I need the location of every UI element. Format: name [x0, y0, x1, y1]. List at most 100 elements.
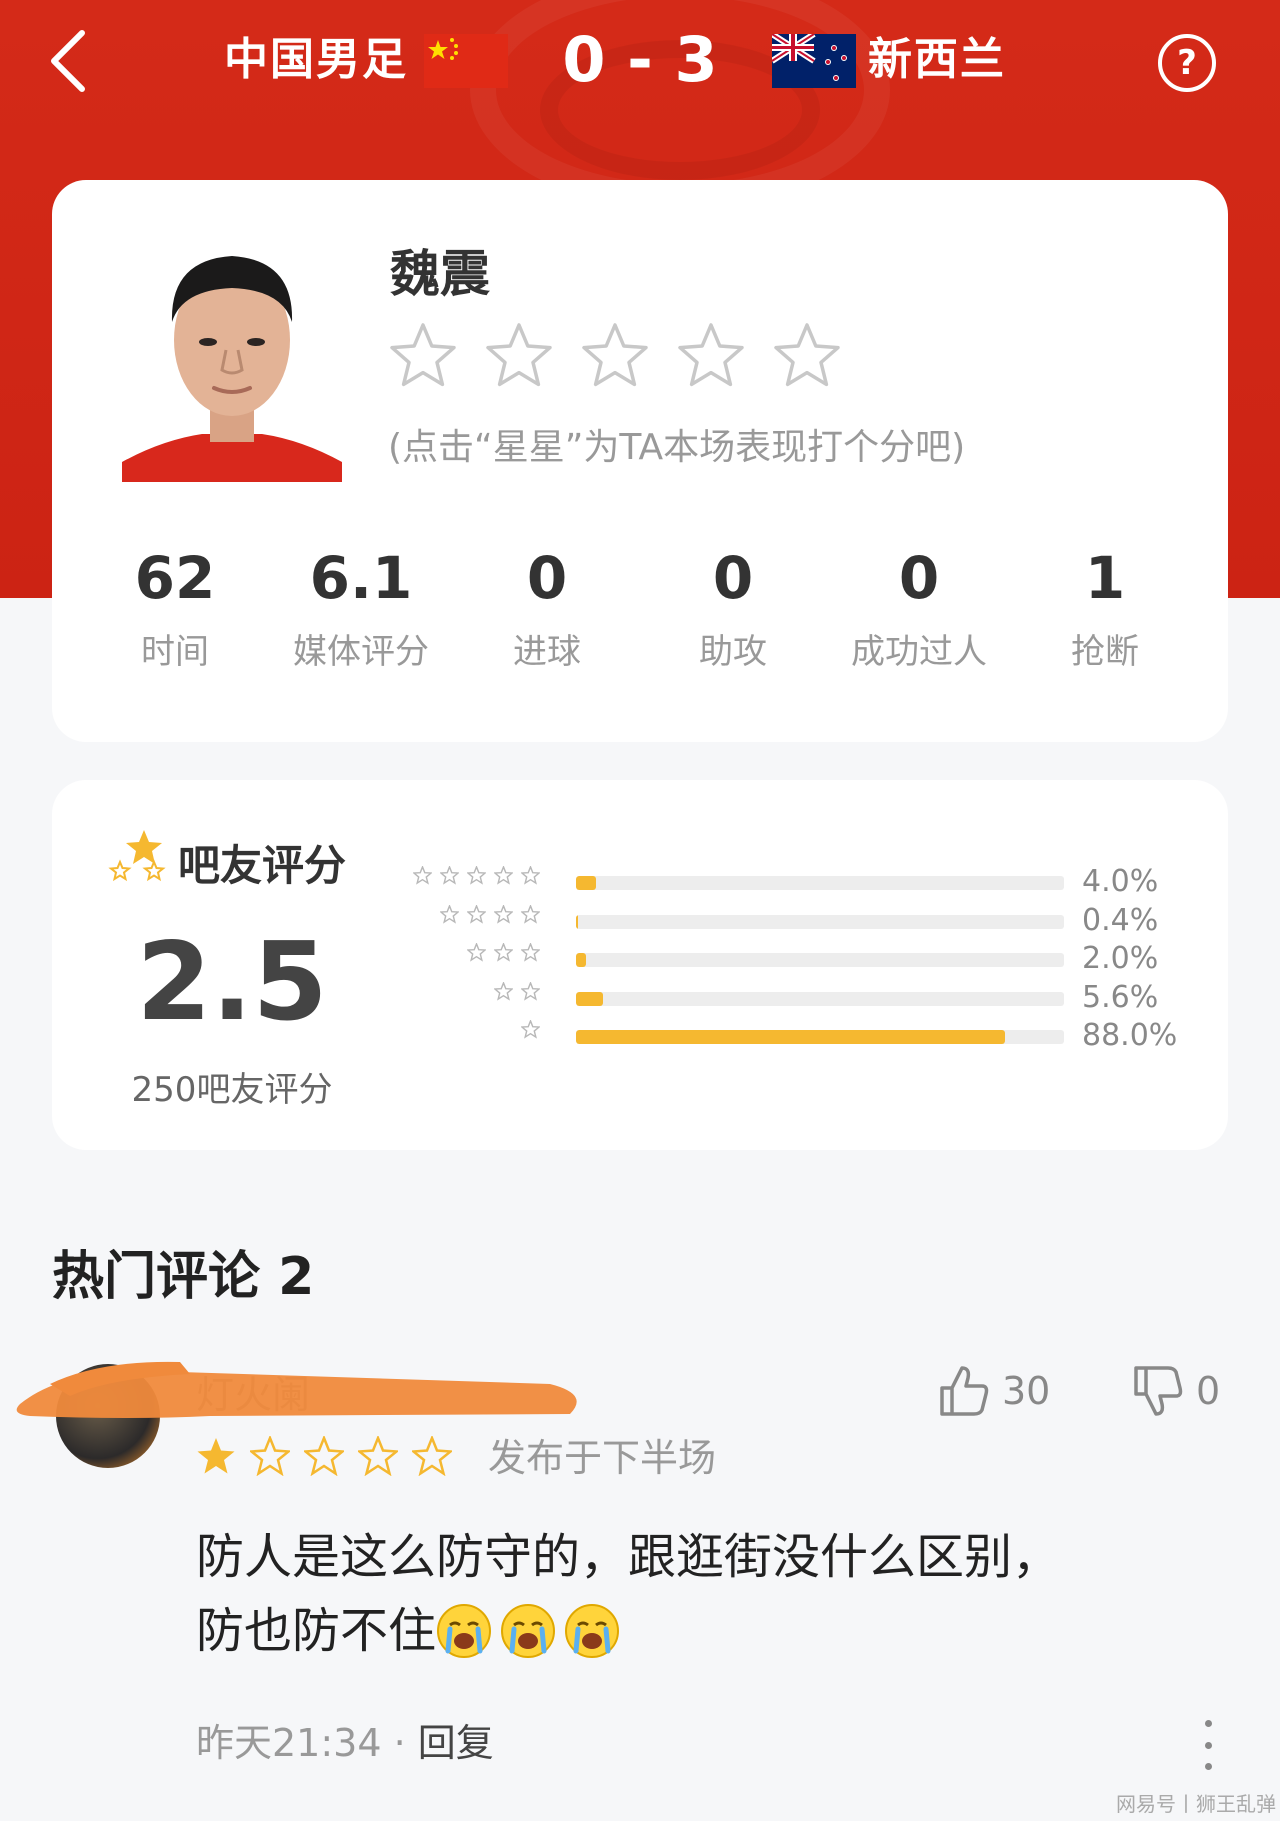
china-flag-icon [424, 34, 508, 88]
rating-distribution-row: 0.4% [52, 901, 1228, 941]
stat-value: 6.1 [309, 544, 413, 612]
star-icon[interactable] [484, 320, 554, 390]
star-outline-icon [467, 904, 486, 924]
reply-button[interactable]: 回复 [418, 1721, 494, 1765]
stat-media-rating: 6.1 媒体评分 [273, 540, 449, 673]
rating-bar-percent: 5.6% [1082, 979, 1159, 1015]
stat-value: 0 [526, 544, 568, 612]
fan-rating-count: 250吧友评分 [131, 1070, 333, 1110]
comment-posted-in: 发布于下半场 [488, 1436, 717, 1480]
thumbs-down-icon [1134, 1366, 1183, 1416]
stat-label: 抢断 [1071, 632, 1139, 672]
stat-value: 0 [898, 544, 940, 612]
source-watermark: 网易号丨狮王乱弹 [1116, 1792, 1276, 1816]
crying-emoji-icon [437, 1604, 492, 1658]
star-outline-icon [521, 981, 540, 1001]
like-count: 30 [1002, 1369, 1051, 1413]
comment-text-line: 防也防不住 [196, 1603, 437, 1659]
star-icon[interactable] [772, 320, 842, 390]
rating-bar-fill [576, 914, 578, 929]
star-outline-icon [521, 866, 540, 885]
star-outline-icon [413, 866, 432, 885]
star-outline-icon [494, 943, 513, 962]
stat-assists: 0 助攻 [645, 540, 821, 673]
fan-rating-card: 吧友评分 2.5 250吧友评分 4.0% 0.4% 2.0% 5.6% 88.0% [52, 780, 1228, 1150]
match-header: 中国男足 0 - 3 新西兰 ? [0, 0, 1280, 130]
player-rating-stars[interactable] [388, 320, 842, 390]
player-name: 魏震 [390, 245, 490, 303]
star-level [467, 943, 540, 962]
rating-bar-track [576, 953, 1064, 967]
comment-timestamp: 昨天21:34 [196, 1721, 382, 1765]
rating-bar-percent: 88.0% [1082, 1018, 1178, 1053]
stat-value: 0 [712, 544, 754, 612]
rating-distribution-row: 2.0% [52, 939, 1228, 979]
rating-distribution-row: 5.6% [52, 978, 1228, 1018]
star-outline-icon [467, 943, 486, 962]
star-outline-icon [440, 866, 459, 885]
stat-minutes: 62 时间 [87, 540, 263, 673]
rating-bar-fill [576, 991, 604, 1006]
comment-item: 灯火阑 发布于下半场 30 0 防人是这么防守的，跟逛街没什么区别， 防也防不住… [0, 1350, 1280, 1770]
stat-label: 成功过人 [851, 632, 987, 672]
like-button[interactable]: 30 [938, 1364, 1050, 1418]
rating-bar-fill [576, 876, 596, 890]
comment-rating-stars [196, 1436, 452, 1476]
star-outline-icon [412, 1436, 452, 1476]
star-outline-icon [494, 904, 513, 924]
player-avatar [122, 230, 342, 482]
star-level [521, 1020, 540, 1039]
rating-distribution-row: 4.0% [52, 862, 1228, 902]
away-team-name: 新西兰 [868, 34, 1006, 85]
crying-emoji-icon [565, 1604, 620, 1658]
rating-bar-fill [576, 1030, 1006, 1044]
stat-label: 时间 [141, 632, 209, 672]
footer-separator: · [381, 1721, 418, 1765]
stat-tackles: 1 抢断 [1017, 540, 1193, 673]
rating-bar-track [576, 876, 1064, 890]
chevron-left-icon [51, 30, 85, 92]
stat-label: 进球 [513, 632, 581, 672]
comment-text-line-2: 防也防不住 [196, 1594, 1196, 1668]
star-outline-icon [521, 904, 540, 924]
star-icon[interactable] [388, 320, 458, 390]
star-outline-icon [494, 866, 513, 885]
thumbs-up-icon [940, 1366, 989, 1416]
new-zealand-flag-icon [772, 34, 856, 88]
rating-bar-track [576, 991, 1064, 1006]
help-button[interactable]: ? [1158, 34, 1216, 92]
player-card: 魏震 (点击“星星”为TA本场表现打个分吧) 62 时间 6.1 媒体评分 0 … [52, 180, 1228, 742]
stat-label: 助攻 [699, 632, 767, 672]
star-outline-icon [467, 866, 486, 885]
rating-hint: (点击“星星”为TA本场表现打个分吧) [388, 427, 966, 468]
rating-distribution-row: 88.0% [52, 1016, 1228, 1056]
rating-bar-percent: 0.4% [1082, 902, 1159, 938]
star-outline-icon [358, 1436, 398, 1476]
redaction-scribble [16, 1361, 577, 1418]
rating-bar-percent: 4.0% [1082, 864, 1159, 899]
star-outline-icon [250, 1436, 290, 1476]
crying-emoji-icon [501, 1604, 556, 1658]
back-button[interactable] [38, 26, 98, 96]
rating-bar-percent: 2.0% [1082, 941, 1159, 976]
stat-goals: 0 进球 [459, 540, 635, 673]
stat-label: 媒体评分 [293, 632, 429, 672]
star-icon[interactable] [676, 320, 746, 390]
star-outline-icon [304, 1436, 344, 1476]
star-outline-icon [521, 943, 540, 962]
player-stats: 62 时间 6.1 媒体评分 0 进球 0 助攻 0 成功过人 1 抢断 [52, 540, 1228, 673]
star-filled-icon [197, 1438, 235, 1474]
comment-text-line: 防人是这么防守的，跟逛街没什么区别， [196, 1529, 1061, 1585]
star-icon[interactable] [580, 320, 650, 390]
stat-value: 1 [1084, 544, 1126, 612]
star-level [440, 904, 540, 924]
match-score: 0 - 3 [562, 23, 718, 96]
more-options-icon[interactable] [1200, 1720, 1216, 1770]
rating-bar-track [576, 1030, 1064, 1044]
rating-bar-fill [576, 953, 586, 967]
question-icon: ? [1177, 43, 1197, 83]
dislike-button[interactable]: 0 [1132, 1364, 1220, 1418]
stat-dribbles: 0 成功过人 [831, 540, 1007, 673]
hot-comments-title: 热门评论 2 [52, 1247, 315, 1307]
comment-text: 防人是这么防守的，跟逛街没什么区别， 防也防不住 [196, 1520, 1196, 1668]
